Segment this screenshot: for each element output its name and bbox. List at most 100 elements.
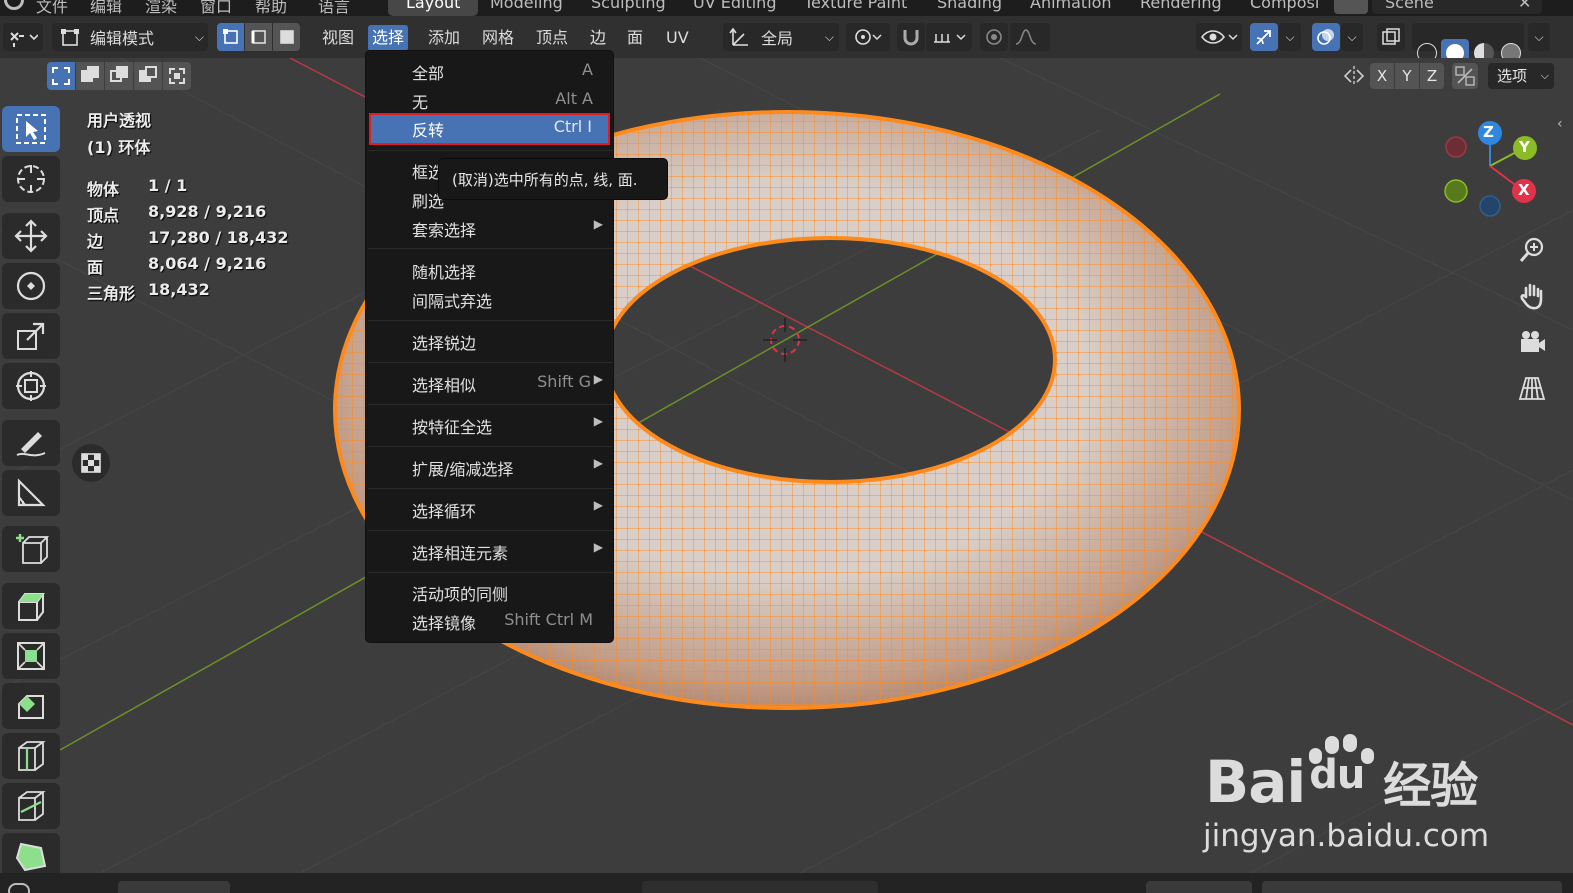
edit-mode-icon <box>61 29 79 46</box>
pan-button[interactable] <box>1510 274 1554 318</box>
proportional-falloff[interactable] <box>1010 23 1050 51</box>
checker-icon[interactable] <box>72 444 110 482</box>
tab-sculpting[interactable]: Sculpting <box>591 0 666 12</box>
menu-item-select-linked[interactable]: 选择相连元素 ▶ <box>366 536 613 565</box>
mirror-icon[interactable] <box>1343 64 1365 88</box>
tool-select-box[interactable] <box>2 106 60 152</box>
select-subtract-icon[interactable] <box>105 62 133 90</box>
tab-rendering[interactable]: Rendering <box>1140 0 1222 12</box>
tab-modeling[interactable]: Modeling <box>490 0 563 12</box>
menu-uv[interactable]: UV <box>662 25 693 51</box>
menu-file[interactable]: 文件 <box>36 0 68 16</box>
select-new-icon[interactable] <box>47 62 75 90</box>
menu-mesh[interactable]: 网格 <box>478 25 518 51</box>
extrude-icon <box>18 593 45 621</box>
select-extend-icon[interactable] <box>76 62 104 90</box>
menu-render[interactable]: 渲染 <box>145 0 177 16</box>
menu-help[interactable]: 帮助 <box>255 0 287 16</box>
perspective-toggle-button[interactable] <box>1510 366 1554 410</box>
proportional-edit-toggle[interactable] <box>980 23 1008 51</box>
menu-vertex[interactable]: 顶点 <box>532 25 572 51</box>
snap-settings[interactable] <box>926 23 972 51</box>
timeline-controls[interactable] <box>642 881 878 893</box>
menu-item-label: 间隔式弃选 <box>412 292 493 311</box>
frame-end-field[interactable] <box>1262 881 1562 893</box>
menu-item-select-mirror[interactable]: 选择镜像 Shift Ctrl M <box>366 606 613 635</box>
menu-item-sharp-edges[interactable]: 选择锐边 <box>366 326 613 355</box>
editor-type-button[interactable] <box>3 23 43 51</box>
visibility-selectability[interactable] <box>1196 23 1242 51</box>
blender-logo[interactable] <box>4 0 24 10</box>
stat-value-edges: 17,280 / 18,432 <box>148 228 289 247</box>
mode-selector[interactable]: 编辑模式 ⌵ <box>52 23 208 51</box>
menu-face[interactable]: 面 <box>623 25 647 51</box>
tool-shrink[interactable] <box>2 833 60 873</box>
menu-separator <box>368 248 613 249</box>
select-intersect-icon[interactable] <box>163 62 191 90</box>
tool-measure[interactable] <box>2 470 60 516</box>
sidebar-toggle-icon[interactable]: ‹ <box>1557 116 1563 132</box>
xray-toggle[interactable] <box>1377 23 1405 51</box>
gizmo-toggle[interactable] <box>1250 23 1278 51</box>
tool-knife[interactable] <box>2 783 60 829</box>
transform-orientation-selector[interactable]: 全局 ⌵ <box>723 23 839 51</box>
snap-toggle[interactable] <box>897 23 925 51</box>
menu-separator <box>368 362 613 363</box>
gizmo-dropdown[interactable]: ⌵ <box>1279 23 1301 51</box>
menu-item-select-loops[interactable]: 选择循环 ▶ <box>366 494 613 523</box>
tab-layout[interactable]: Layout <box>406 0 460 12</box>
tab-compositing[interactable]: Composi <box>1250 0 1319 12</box>
menu-item-side-of-active[interactable]: 活动项的同侧 <box>366 577 613 606</box>
tab-texture-paint[interactable]: Texture Paint <box>804 0 907 12</box>
options-dropdown[interactable]: 选项 ⌵ <box>1488 63 1554 89</box>
overlays-dropdown[interactable]: ⌵ <box>1341 23 1363 51</box>
menu-window[interactable]: 窗口 <box>200 0 232 16</box>
close-icon[interactable]: ✕ <box>1518 0 1531 12</box>
select-difference-icon[interactable] <box>134 62 162 90</box>
scene-icon[interactable] <box>1334 0 1368 14</box>
menu-item-invert[interactable]: 反转 Ctrl I <box>369 113 610 145</box>
menu-language[interactable]: 语言 <box>318 0 350 16</box>
tab-animation[interactable]: Animation <box>1030 0 1112 12</box>
frame-start-field[interactable] <box>1146 881 1252 893</box>
tool-extrude[interactable] <box>2 583 60 629</box>
menu-item-select-more-less[interactable]: 扩展/缩减选择 ▶ <box>366 452 613 481</box>
tool-cursor[interactable] <box>2 156 60 202</box>
tool-loop-cut[interactable] <box>2 733 60 779</box>
menu-edge[interactable]: 边 <box>586 25 610 51</box>
tool-transform[interactable] <box>2 363 60 409</box>
camera-view-button[interactable] <box>1510 320 1554 364</box>
menu-item-select-none[interactable]: 无 Alt A <box>366 85 613 114</box>
menu-edit[interactable]: 编辑 <box>90 0 122 16</box>
tab-uv-editing[interactable]: UV Editing <box>693 0 776 12</box>
menu-item-lasso-select[interactable]: 套索选择 ▶ <box>366 213 613 242</box>
tool-scale[interactable] <box>2 313 60 359</box>
pivot-point-selector[interactable] <box>846 23 890 51</box>
shading-dropdown[interactable]: ⌵ <box>1528 23 1550 51</box>
tool-bevel[interactable] <box>2 683 60 729</box>
menu-item-select-all-by-trait[interactable]: 按特征全选 ▶ <box>366 410 613 439</box>
menu-item-random[interactable]: 随机选择 <box>366 255 613 284</box>
face-select-mode-button[interactable] <box>273 23 300 51</box>
gizmo-label-x: X <box>1518 181 1530 199</box>
menu-item-checker-deselect[interactable]: 间隔式弃选 <box>366 284 613 313</box>
tool-inset[interactable] <box>2 633 60 679</box>
zoom-button[interactable] <box>1510 228 1554 272</box>
menu-item-select-all[interactable]: 全部 A <box>366 56 613 85</box>
auto-merge-toggle[interactable] <box>1452 63 1478 89</box>
tool-annotate[interactable] <box>2 420 60 466</box>
mirror-z-toggle[interactable]: Z <box>1420 63 1444 89</box>
tab-shading[interactable]: Shading <box>937 0 1002 12</box>
tool-move[interactable] <box>2 213 60 259</box>
edge-select-mode-button[interactable] <box>245 23 272 51</box>
tool-rotate[interactable] <box>2 263 60 309</box>
mirror-y-toggle[interactable]: Y <box>1395 63 1419 89</box>
menu-view[interactable]: 视图 <box>318 25 358 51</box>
mirror-x-toggle[interactable]: X <box>1370 63 1394 89</box>
menu-select[interactable]: 选择 <box>368 25 409 51</box>
menu-add[interactable]: 添加 <box>424 25 464 51</box>
overlays-toggle[interactable] <box>1312 23 1340 51</box>
menu-item-select-similar[interactable]: 选择相似 Shift G ▶ <box>366 368 613 397</box>
tool-add-cube[interactable] <box>2 526 60 572</box>
vertex-select-mode-button[interactable] <box>217 23 244 51</box>
